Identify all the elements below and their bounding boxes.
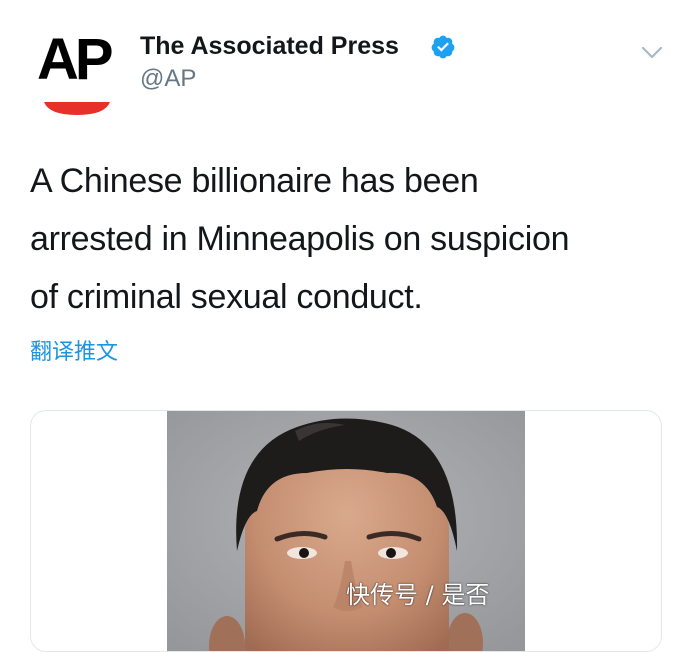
avatar[interactable]: AP	[30, 22, 126, 118]
ap-logo-text: AP	[37, 27, 114, 92]
display-name[interactable]: The Associated Press	[140, 30, 399, 62]
account-handle[interactable]: @AP	[140, 64, 196, 94]
tweet-text-line: A Chinese billionaire has been	[30, 162, 479, 200]
chevron-down-icon[interactable]	[638, 38, 666, 66]
verified-badge-icon	[431, 35, 455, 59]
translate-tweet-link[interactable]: 翻译推文	[30, 338, 118, 368]
tweet-text: A Chinese billionaire has been arrested …	[30, 152, 660, 326]
watermark-text: 快传号 / 是否	[346, 581, 490, 609]
mugshot-photo[interactable]	[167, 411, 525, 651]
tweet-text-line: of criminal sexual conduct.	[30, 278, 423, 316]
tweet-text-line: arrested in Minneapolis on suspicion	[30, 220, 570, 258]
tweet-header: AP The Associated Press @AP	[0, 0, 690, 130]
media-card[interactable]	[30, 410, 662, 652]
ap-logo-swoosh-icon	[44, 102, 110, 115]
